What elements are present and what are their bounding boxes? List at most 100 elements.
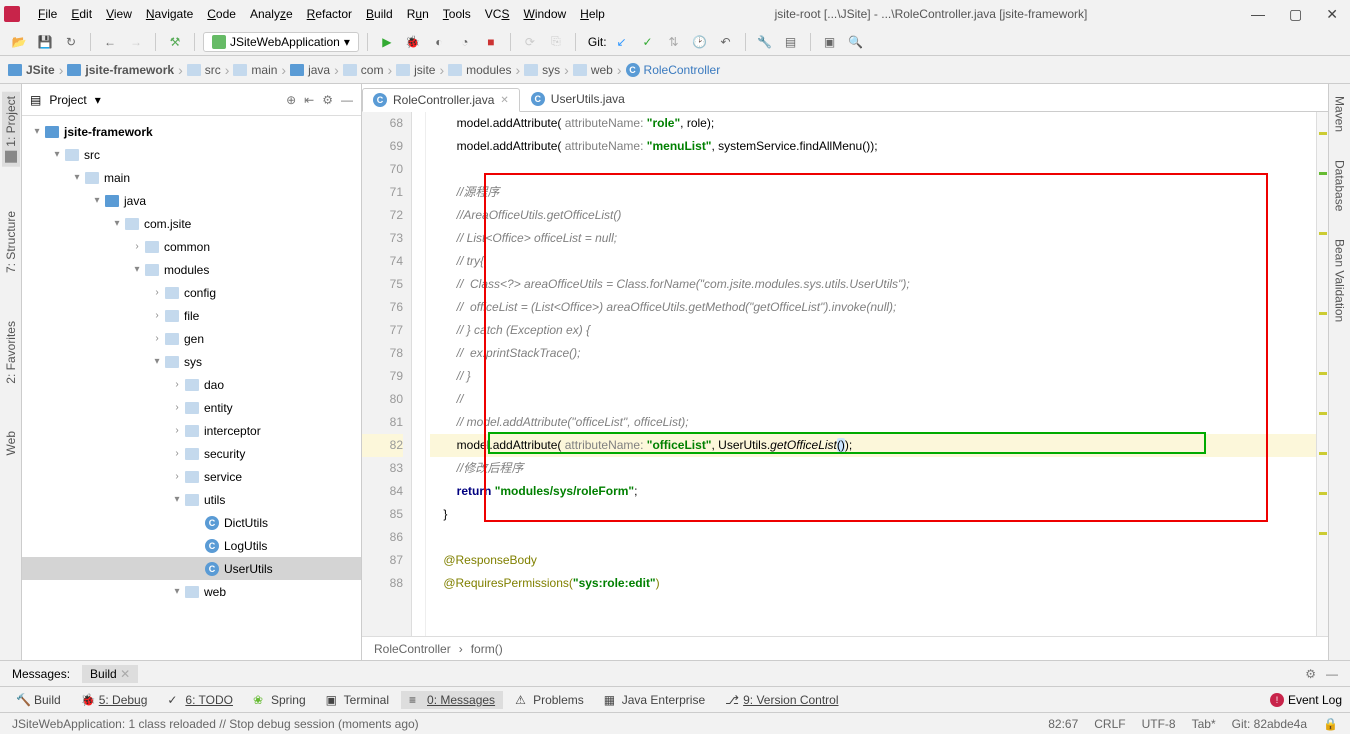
messages-tab-build[interactable]: Build ✕ [82,665,138,683]
tree-node[interactable]: ›common [22,235,361,258]
menu-window[interactable]: Window [517,3,572,25]
settings-icon[interactable]: 🔧 [754,31,776,53]
bc-item[interactable]: java [290,63,330,77]
open-icon[interactable]: 📂 [8,31,30,53]
sidebar-tab-bean[interactable]: Bean Validation [1331,235,1349,326]
editor-body[interactable]: 6869707172737475767778798081828384858687… [362,112,1328,636]
menu-build[interactable]: Build [360,3,399,25]
menu-tools[interactable]: Tools [437,3,477,25]
tree-node[interactable]: ▾web [22,580,361,603]
layout-icon[interactable]: ▣ [819,31,841,53]
tree-node[interactable]: ›security [22,442,361,465]
forward-icon[interactable]: → [125,31,147,53]
tree-node[interactable]: CUserUtils [22,557,361,580]
attach-icon[interactable]: ⎘ [545,31,567,53]
editor-tab[interactable]: CUserUtils.java [520,87,636,111]
tool-vcs[interactable]: ⎇9: Version Control [717,691,846,709]
coverage-icon[interactable]: ◐ [428,31,450,53]
git-branch[interactable]: Git: 82abde4a [1232,717,1307,731]
sidebar-tab-web[interactable]: Web [2,427,20,459]
gutter[interactable]: 6869707172737475767778798081828384858687… [362,112,412,636]
tree-node[interactable]: CDictUtils [22,511,361,534]
chevron-down-icon[interactable]: ▾ [95,93,101,107]
tree-node[interactable]: ▾utils [22,488,361,511]
menu-vcs[interactable]: VCS [479,3,516,25]
bc-class[interactable]: RoleController [374,642,451,656]
tool-messages[interactable]: ≡0: Messages [401,691,503,709]
sidebar-tab-favorites[interactable]: 2: Favorites [2,317,20,388]
tool-terminal[interactable]: ▣Terminal [318,691,397,709]
bc-item[interactable]: JSite [8,63,55,77]
build-icon[interactable]: ⚒ [164,31,186,53]
git-compare-icon[interactable]: ⇅ [663,31,685,53]
menu-code[interactable]: Code [201,3,242,25]
line-ending[interactable]: CRLF [1094,717,1125,731]
tree-node[interactable]: ›config [22,281,361,304]
tree-node[interactable]: ›dao [22,373,361,396]
sync-icon[interactable]: ↻ [60,31,82,53]
search-icon[interactable]: 🔍 [845,31,867,53]
git-history-icon[interactable]: 🕑 [689,31,711,53]
bc-item[interactable]: sys [524,63,560,77]
bc-item[interactable]: main [233,63,277,77]
tree-node[interactable]: ›gen [22,327,361,350]
tree-node[interactable]: ▾com.jsite [22,212,361,235]
sidebar-tab-database[interactable]: Database [1331,156,1349,215]
close-button[interactable]: ✕ [1326,6,1338,23]
gear-icon[interactable]: ⚙ [1305,667,1316,681]
profile-icon[interactable]: ◔ [454,31,476,53]
tool-problems[interactable]: ⚠Problems [507,691,592,709]
update-icon[interactable]: ⟳ [519,31,541,53]
tool-build[interactable]: 🔨Build [8,691,69,709]
tree-node[interactable]: ›interceptor [22,419,361,442]
tree-node[interactable]: ▾sys [22,350,361,373]
menu-view[interactable]: View [100,3,138,25]
event-log[interactable]: !Event Log [1270,693,1342,707]
debug-icon[interactable]: 🐞 [402,31,424,53]
lock-icon[interactable]: 🔒 [1323,717,1338,731]
structure-icon[interactable]: ▤ [780,31,802,53]
tool-todo[interactable]: ✓6: TODO [159,691,241,709]
git-pull-icon[interactable]: ↙ [611,31,633,53]
git-commit-icon[interactable]: ✓ [637,31,659,53]
minimize-button[interactable]: — [1251,6,1265,23]
tool-debug[interactable]: 🐞5: Debug [73,691,156,709]
stop-icon[interactable]: ■ [480,31,502,53]
git-revert-icon[interactable]: ↶ [715,31,737,53]
tree-node[interactable]: ›entity [22,396,361,419]
bc-item[interactable]: com [343,63,384,77]
encoding[interactable]: UTF-8 [1142,717,1176,731]
project-tree[interactable]: ▾jsite-framework ▾src ▾main ▾java ▾com.j… [22,116,361,660]
tree-node[interactable]: ▾jsite-framework [22,120,361,143]
bc-item[interactable]: web [573,63,613,77]
scrollbar-markers[interactable] [1316,112,1328,636]
bc-item[interactable]: modules [448,63,511,77]
sidebar-tab-maven[interactable]: Maven [1331,92,1349,136]
menu-navigate[interactable]: Navigate [140,3,199,25]
save-icon[interactable]: 💾 [34,31,56,53]
menu-file[interactable]: File [32,3,63,25]
tree-node[interactable]: ▾modules [22,258,361,281]
code-area[interactable]: model.addAttribute( attributeName: "role… [426,112,1316,636]
bc-item[interactable]: CRoleController [626,63,721,77]
tree-node[interactable]: ›file [22,304,361,327]
editor-tab[interactable]: CRoleController.java✕ [362,88,520,112]
tree-node[interactable]: ▾java [22,189,361,212]
hide-icon[interactable]: — [341,93,353,107]
gear-icon[interactable]: ⚙ [322,93,333,107]
sidebar-tab-project[interactable]: 1: Project [2,92,20,167]
close-icon[interactable]: ✕ [120,667,130,681]
tool-spring[interactable]: ❀Spring [245,691,314,709]
bc-item[interactable]: jsite-framework [67,63,174,77]
run-icon[interactable]: ▶ [376,31,398,53]
bc-item[interactable]: src [187,63,221,77]
run-config-dropdown[interactable]: JSiteWebApplication ▾ [203,32,359,52]
hide-icon[interactable]: — [1326,667,1338,681]
back-icon[interactable]: ← [99,31,121,53]
tree-node[interactable]: CLogUtils [22,534,361,557]
bc-item[interactable]: jsite [396,63,435,77]
menu-help[interactable]: Help [574,3,611,25]
tree-node[interactable]: ›service [22,465,361,488]
caret-position[interactable]: 82:67 [1048,717,1078,731]
target-icon[interactable]: ⊕ [286,93,296,107]
